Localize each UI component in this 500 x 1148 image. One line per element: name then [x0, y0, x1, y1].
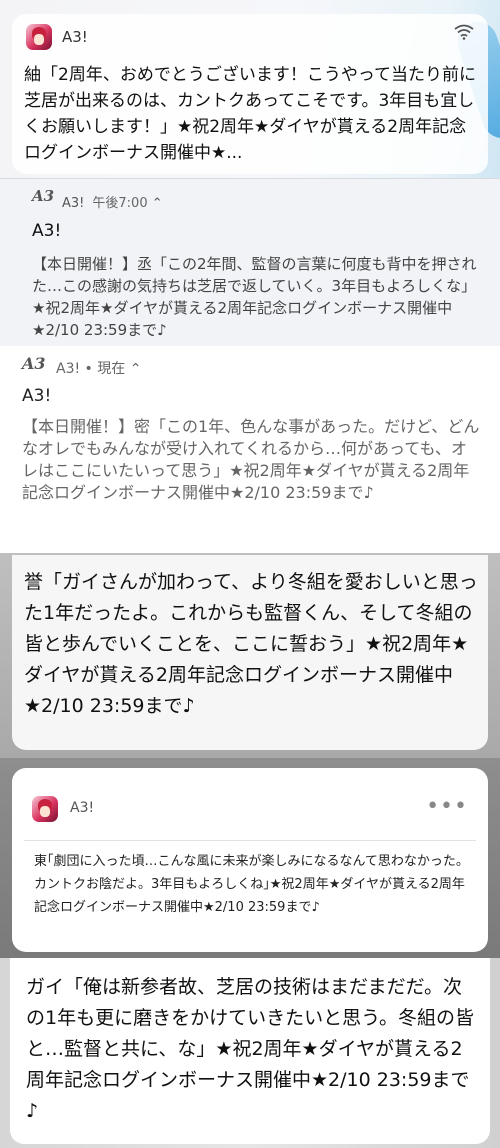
notification-body: 【本日開催！】密「この1年、色んな事があった。だけど、どんなオレでもみんなが受け… — [22, 417, 480, 502]
notification-3[interactable]: A3 A3! • 現在 ⌃ A3! 【本日開催！】密「この1年、色んな事があった… — [0, 346, 500, 553]
chevron-up-icon[interactable]: ⌃ — [152, 196, 163, 211]
app-name: A3! — [70, 800, 95, 816]
app-name: A3! — [62, 28, 88, 46]
notification-card-5[interactable]: A3! ••• 東｢劇団に入った頃…こんな風に未来が楽しみになるなんて思わなかっ… — [12, 768, 488, 952]
more-icon[interactable]: ••• — [426, 794, 468, 819]
notification-card-6[interactable]: ガイ「俺は新参者故、芝居の技術はまだまだだ。次の1年も更に磨きをかけていきたいと… — [10, 958, 490, 1144]
notification-body: ガイ「俺は新参者故、芝居の技術はまだまだだ。次の1年も更に磨きをかけていきたいと… — [26, 976, 474, 1122]
notification-title: A3! — [32, 221, 62, 241]
notification-title: A3! — [22, 386, 52, 406]
notification-body: 【本日開催！】丞「この2年間、監督の言葉に何度も背中を押された…この感謝の気持ち… — [32, 255, 477, 339]
notification-2[interactable]: A3 A3! 午後7:00 ⌃ A3! 【本日開催！】丞「この2年間、監督の言葉に… — [0, 178, 500, 346]
notification-body: 誉「ガイさんが加わって、より冬組を愛おしいと思った1年だったよ。これからも監督く… — [24, 571, 478, 717]
a3-app-icon — [32, 796, 58, 822]
notification-4: 誉「ガイさんが加わって、より冬組を愛おしいと思った1年だったよ。これからも監督く… — [0, 553, 500, 758]
notification-card-4[interactable]: 誉「ガイさんが加わって、より冬組を愛おしいと思った1年だったよ。これからも監督く… — [12, 555, 488, 750]
a3-logo-icon: A3 — [22, 354, 46, 373]
notification-time: 午後7:00 — [92, 196, 148, 211]
a3-logo-icon: A3 — [32, 187, 55, 205]
a3-app-icon — [26, 24, 52, 50]
notification-card-1[interactable]: A3! 紬「2周年、おめでとうございます！こうやって当たり前に芝居が出来るのは、… — [12, 14, 488, 174]
app-name: A3! — [62, 196, 85, 211]
notification-1: A3! 紬「2周年、おめでとうございます！こうやって当たり前に芝居が出来るのは、… — [0, 0, 500, 178]
notification-header: A3! • 現在 ⌃ — [56, 361, 142, 377]
notification-header: A3! 午後7:00 ⌃ — [62, 192, 163, 211]
notification-body: 東｢劇団に入った頃…こんな風に未来が楽しみになるなんて思わなかった。カントクお陰… — [34, 854, 469, 915]
notification-5: A3! ••• 東｢劇団に入った頃…こんな風に未来が楽しみになるなんて思わなかっ… — [0, 758, 500, 958]
wifi-icon — [454, 24, 474, 45]
divider — [24, 840, 476, 841]
notification-6: ガイ「俺は新参者故、芝居の技術はまだまだだ。次の1年も更に磨きをかけていきたいと… — [0, 958, 500, 1148]
notification-body: 紬「2周年、おめでとうございます！こうやって当たり前に芝居が出来るのは、カントク… — [24, 65, 476, 163]
